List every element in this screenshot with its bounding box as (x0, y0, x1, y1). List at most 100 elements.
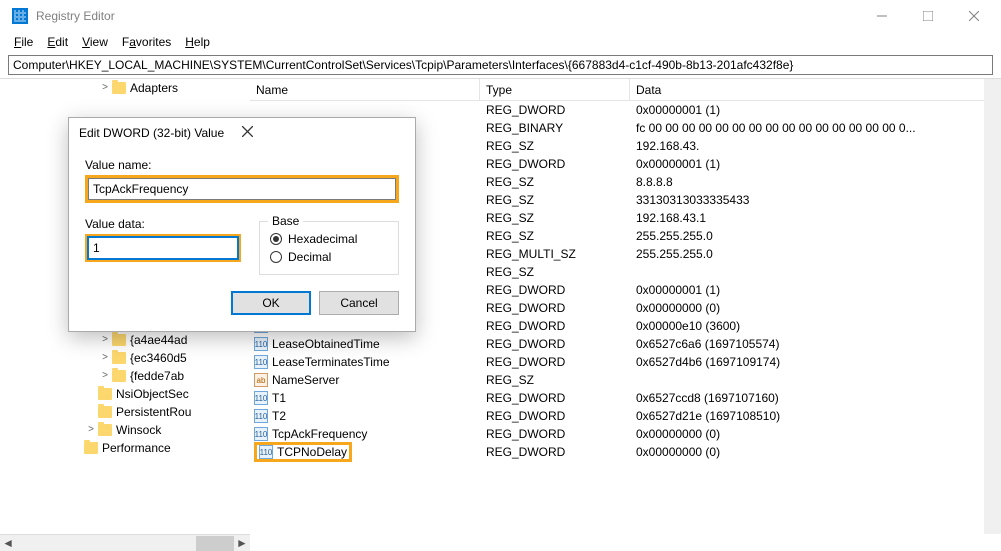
tree-label: Adapters (130, 81, 178, 95)
tree-item[interactable]: PersistentRou (0, 403, 250, 421)
titlebar[interactable]: Registry Editor (0, 0, 1001, 32)
value-type: REG_SZ (480, 175, 630, 189)
value-name-input[interactable] (88, 178, 396, 200)
tree-item[interactable]: > Adapters (0, 79, 250, 97)
value-type: REG_DWORD (480, 427, 630, 441)
value-type: REG_DWORD (480, 301, 630, 315)
value-type: REG_DWORD (480, 103, 630, 117)
value-data: 0x00000001 (1) (630, 283, 1001, 297)
radio-icon (270, 251, 282, 263)
folder-icon (112, 334, 126, 346)
scroll-thumb[interactable] (196, 536, 234, 551)
app-icon (12, 8, 28, 24)
value-data: 33130313033335433 (630, 193, 1001, 207)
menu-help[interactable]: Help (179, 33, 216, 51)
value-row[interactable]: 110LeaseTerminatesTimeREG_DWORD0x6527d4b… (250, 353, 1001, 371)
folder-icon (98, 388, 112, 400)
tree-item[interactable]: > {a4ae44ad (0, 331, 250, 349)
value-type: REG_DWORD (480, 445, 630, 459)
maximize-button[interactable] (905, 0, 951, 32)
value-row[interactable]: 110TcpAckFrequencyREG_DWORD0x00000000 (0… (250, 425, 1001, 443)
radio-hexadecimal[interactable]: Hexadecimal (270, 232, 388, 246)
menubar: File Edit View Favorites Help (0, 32, 1001, 52)
value-type: REG_DWORD (480, 337, 630, 351)
folder-icon (112, 352, 126, 364)
dialog-close-button[interactable] (242, 126, 405, 140)
tree-label: {ec3460d5 (130, 351, 187, 365)
value-type: REG_SZ (480, 139, 630, 153)
folder-icon (98, 424, 112, 436)
value-data: 0x00000000 (0) (630, 445, 1001, 459)
value-data: 8.8.8.8 (630, 175, 1001, 189)
tree-label: Winsock (116, 423, 161, 437)
scroll-right-icon[interactable]: ► (234, 536, 250, 551)
tree-toggle-icon[interactable]: > (84, 425, 98, 435)
tree-toggle-icon[interactable] (84, 389, 98, 399)
base-legend: Base (268, 214, 303, 228)
value-type: REG_DWORD (480, 157, 630, 171)
tree-label: {a4ae44ad (130, 333, 187, 347)
value-data: fc 00 00 00 00 00 00 00 00 00 00 00 00 0… (630, 121, 1001, 135)
dialog-titlebar[interactable]: Edit DWORD (32-bit) Value (69, 118, 415, 148)
tree-item[interactable]: > Winsock (0, 421, 250, 439)
value-data-input[interactable] (88, 237, 238, 259)
value-type: REG_DWORD (480, 391, 630, 405)
address-input[interactable] (8, 55, 993, 75)
radio-icon (270, 233, 282, 245)
address-bar (8, 55, 993, 75)
value-name: LeaseObtainedTime (272, 337, 380, 351)
menu-file[interactable]: File (8, 33, 39, 51)
value-data: 192.168.43. (630, 139, 1001, 153)
dword-value-icon: 110 (254, 355, 268, 369)
tree-item[interactable]: Performance (0, 439, 250, 457)
close-button[interactable] (951, 0, 997, 32)
value-row[interactable]: abNameServerREG_SZ (250, 371, 1001, 389)
menu-favorites[interactable]: Favorites (116, 33, 177, 51)
cancel-button[interactable]: Cancel (319, 291, 399, 315)
value-name: TCPNoDelay (277, 445, 347, 459)
values-vertical-scrollbar[interactable] (984, 79, 1001, 534)
ok-button[interactable]: OK (231, 291, 311, 315)
value-data: 0x00000001 (1) (630, 157, 1001, 171)
tree-toggle-icon[interactable]: > (98, 83, 112, 93)
value-data: 0x6527c6a6 (1697105574) (630, 337, 1001, 351)
folder-icon (84, 442, 98, 454)
value-type: REG_MULTI_SZ (480, 247, 630, 261)
scroll-left-icon[interactable]: ◄ (0, 536, 16, 551)
tree-item[interactable]: NsiObjectSec (0, 385, 250, 403)
dec-label: Decimal (288, 250, 331, 264)
menu-edit[interactable]: Edit (41, 33, 74, 51)
tree-item[interactable]: > {ec3460d5 (0, 349, 250, 367)
value-row[interactable]: 110T1REG_DWORD0x6527ccd8 (1697107160) (250, 389, 1001, 407)
tree-toggle-icon[interactable] (70, 443, 84, 453)
dword-value-icon: 110 (259, 445, 273, 459)
value-name: NameServer (272, 373, 339, 387)
value-row[interactable]: 110 TCPNoDelay REG_DWORD0x00000000 (0) (250, 443, 1001, 461)
menu-view[interactable]: View (76, 33, 114, 51)
tree-item[interactable]: >{fedde7ab (0, 367, 250, 385)
col-header-data[interactable]: Data (630, 79, 1001, 100)
tree-toggle-icon[interactable]: > (98, 353, 112, 363)
minimize-button[interactable] (859, 0, 905, 32)
value-row[interactable]: 110T2REG_DWORD0x6527d21e (1697108510) (250, 407, 1001, 425)
hex-label: Hexadecimal (288, 232, 357, 246)
value-data: 0x6527d4b6 (1697109174) (630, 355, 1001, 369)
tree-toggle-icon[interactable]: > (98, 371, 112, 381)
value-data: 255.255.255.0 (630, 229, 1001, 243)
base-group: Base Hexadecimal Decimal (259, 221, 399, 275)
tree-horizontal-scrollbar[interactable]: ◄ ► (0, 534, 250, 551)
radio-decimal[interactable]: Decimal (270, 250, 388, 264)
value-data: 0x00000001 (1) (630, 103, 1001, 117)
tree-toggle-icon[interactable] (84, 407, 98, 417)
column-headers: Name Type Data (250, 79, 1001, 101)
col-header-name[interactable]: Name (250, 79, 480, 100)
value-data: 0x6527d21e (1697108510) (630, 409, 1001, 423)
tree-toggle-icon[interactable]: > (98, 335, 112, 345)
dword-value-icon: 110 (254, 391, 268, 405)
col-header-type[interactable]: Type (480, 79, 630, 100)
value-type: REG_DWORD (480, 409, 630, 423)
dialog-title-text: Edit DWORD (32-bit) Value (79, 126, 242, 140)
window-title: Registry Editor (36, 9, 859, 23)
value-row[interactable]: 110LeaseObtainedTimeREG_DWORD0x6527c6a6 … (250, 335, 1001, 353)
folder-icon (98, 406, 112, 418)
